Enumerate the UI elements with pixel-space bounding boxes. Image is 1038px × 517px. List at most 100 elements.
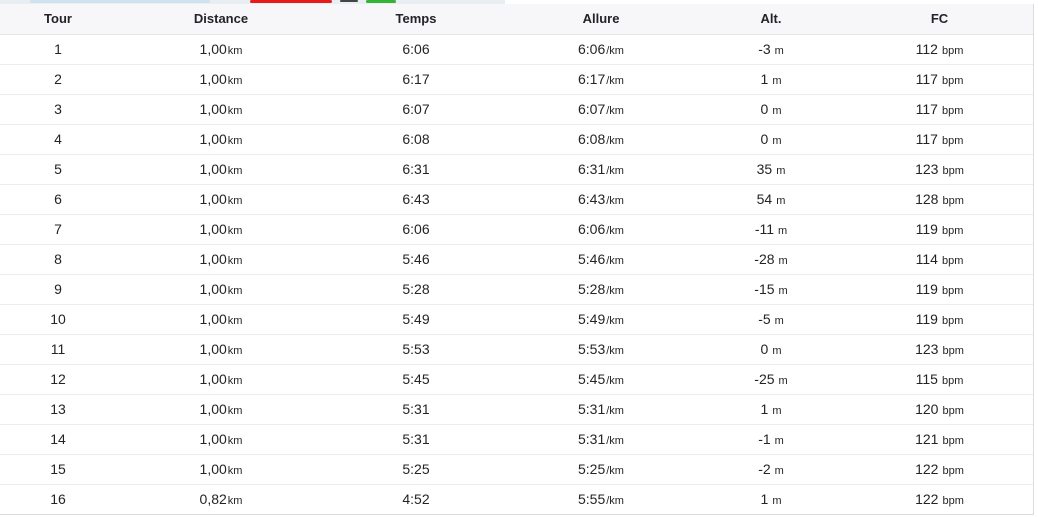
cell-distance: 0,82km <box>116 484 326 514</box>
tour-value: 2 <box>54 71 62 87</box>
cell-distance: 1,00km <box>116 454 326 485</box>
fc-unit: bpm <box>942 495 964 508</box>
cell-distance: 1,00km <box>116 154 326 185</box>
cell-tour: 8 <box>0 244 116 275</box>
tour-value: 15 <box>50 461 66 477</box>
allure-value: 5:49 <box>578 311 606 327</box>
distance-value: 1,00 <box>199 101 227 117</box>
cell-temps: 6:06 <box>326 214 506 245</box>
tour-value: 7 <box>54 221 62 237</box>
cell-fc: 123 bpm <box>846 334 1033 365</box>
distance-unit: km <box>227 165 243 177</box>
distance-value: 1,00 <box>199 431 227 447</box>
table-row: 10 1,00km 5:49 5:49/km -5 m 119 bpm <box>0 304 1033 335</box>
alt-value: -3 <box>758 41 771 57</box>
temps-value: 6:31 <box>402 161 430 177</box>
distance-unit: km <box>227 345 243 357</box>
cell-alt: -3 m <box>696 34 846 65</box>
cell-distance: 1,00km <box>116 394 326 425</box>
alt-value: 0 <box>760 131 769 147</box>
cell-alt: -28 m <box>696 244 846 275</box>
alt-value: -28 <box>754 251 775 267</box>
distance-value: 1,00 <box>199 311 227 327</box>
cell-allure: 6:06/km <box>506 214 696 245</box>
header-temps: Temps <box>326 4 506 35</box>
alt-value: 1 <box>760 71 769 87</box>
cell-temps: 6:43 <box>326 184 506 215</box>
alt-value: 54 <box>756 191 773 207</box>
alt-unit: m <box>774 315 784 327</box>
distance-value: 1,00 <box>199 191 227 207</box>
cell-fc: 117 bpm <box>846 94 1033 125</box>
fc-value: 122 <box>915 461 939 477</box>
alt-value: -2 <box>758 461 771 477</box>
cell-alt: 1m <box>696 484 846 514</box>
cell-temps: 5:25 <box>326 454 506 485</box>
fc-value: 119 <box>915 221 938 237</box>
distance-unit: km <box>227 375 243 387</box>
allure-value: 5:31 <box>578 401 606 417</box>
cell-fc: 119 bpm <box>846 274 1033 305</box>
distance-unit: km <box>227 465 243 477</box>
table-row: 11 1,00km 5:53 5:53/km 0 m 123 bpm <box>0 334 1033 365</box>
cell-temps: 5:46 <box>326 244 506 275</box>
allure-value: 5:46 <box>578 251 606 267</box>
temps-value: 6:07 <box>402 101 430 117</box>
allure-value: 6:07 <box>578 101 606 117</box>
cell-alt: 35 m <box>696 154 846 185</box>
distance-unit: km <box>227 105 243 117</box>
allure-value: 6:31 <box>578 161 606 177</box>
allure-value: 5:55 <box>578 491 606 508</box>
fc-unit: bpm <box>941 75 964 87</box>
cell-alt: -5 m <box>696 304 846 335</box>
fc-unit: bpm <box>941 135 964 147</box>
distance-unit: km <box>227 135 243 147</box>
distance-unit: km <box>227 225 243 237</box>
temps-value: 5:49 <box>402 311 430 327</box>
alt-unit: m <box>772 135 782 147</box>
fc-value: 119 <box>915 281 938 297</box>
cell-temps: 6:31 <box>326 154 506 185</box>
distance-unit: km <box>227 495 243 508</box>
cell-tour: 2 <box>0 64 116 95</box>
cell-tour: 9 <box>0 274 116 305</box>
fc-unit: bpm <box>941 375 964 387</box>
cell-distance: 1,00km <box>116 124 326 155</box>
tour-value: 14 <box>50 431 66 447</box>
tour-value: 12 <box>50 371 66 387</box>
distance-value: 1,00 <box>199 461 227 477</box>
temps-value: 6:43 <box>402 191 430 207</box>
alt-unit: m <box>772 405 782 417</box>
alt-value: 0 <box>760 101 769 117</box>
cell-tour: 6 <box>0 184 116 215</box>
cell-temps: 5:53 <box>326 334 506 365</box>
distance-unit: km <box>227 405 243 417</box>
alt-unit: m <box>776 165 786 177</box>
alt-value: -5 <box>758 311 771 327</box>
cell-temps: 4:52 <box>326 484 506 514</box>
distance-unit: km <box>227 195 243 207</box>
allure-value: 6:17 <box>578 71 606 87</box>
header-alt: Alt. <box>696 4 846 35</box>
cell-fc: 117 bpm <box>846 124 1033 155</box>
cell-temps: 6:17 <box>326 64 506 95</box>
distance-value: 1,00 <box>199 371 227 387</box>
distance-value: 0,82 <box>199 491 227 508</box>
cell-alt: 0m <box>696 94 846 125</box>
allure-unit: /km <box>606 195 624 207</box>
cell-allure: 6:06/km <box>506 34 696 65</box>
tour-value: 11 <box>50 341 66 357</box>
cell-distance: 1,00km <box>116 94 326 125</box>
fc-unit: bpm <box>942 465 964 477</box>
distance-value: 1,00 <box>199 161 227 177</box>
cell-allure: 5:31/km <box>506 424 696 455</box>
cell-alt: 54 m <box>696 184 846 215</box>
distance-value: 1,00 <box>199 251 227 267</box>
tour-value: 6 <box>54 191 62 207</box>
cell-distance: 1,00km <box>116 304 326 335</box>
table-row: 1 1,00km 6:06 6:06/km -3 m 112 bpm <box>0 34 1033 65</box>
fc-unit: bpm <box>941 255 964 267</box>
fc-unit: bpm <box>941 285 964 297</box>
laps-table: Tour Distance Temps Allure Alt. FC 1 1,00… <box>0 4 1033 514</box>
cell-distance: 1,00km <box>116 64 326 95</box>
